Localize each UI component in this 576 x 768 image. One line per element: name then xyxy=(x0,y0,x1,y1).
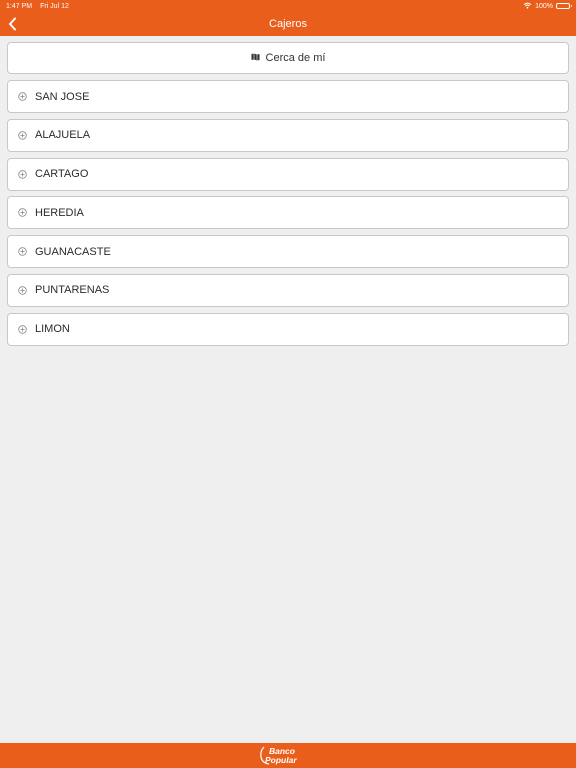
expand-plus-icon xyxy=(18,169,27,179)
region-row-alajuela[interactable]: ALAJUELA xyxy=(7,118,569,152)
expand-plus-icon xyxy=(18,247,27,256)
nearby-button[interactable]: Cerca de mí xyxy=(7,42,569,74)
map-icon xyxy=(251,52,260,64)
status-date: Fri Jul 12 xyxy=(40,2,69,10)
region-label: ALAJUELA xyxy=(35,129,91,142)
region-row-san-jose[interactable]: SAN JOSE xyxy=(7,80,569,113)
region-row-heredia[interactable]: HEREDIA xyxy=(7,196,569,230)
wifi-icon xyxy=(523,2,532,11)
region-list: Cerca de mí SAN JOSE ALAJUELA CARTAGO HE… xyxy=(7,42,569,352)
expand-plus-icon xyxy=(18,92,27,101)
region-label: PUNTARENAS xyxy=(35,284,110,297)
region-row-cartago[interactable]: CARTAGO xyxy=(7,157,569,191)
back-button[interactable] xyxy=(3,12,21,36)
banco-popular-logo: Banco Popular xyxy=(260,746,297,765)
region-label: HEREDIA xyxy=(35,206,84,219)
region-label: GUANACASTE xyxy=(35,245,111,258)
status-bar: 1:47 PM Fri Jul 12 100% xyxy=(0,0,576,12)
page-title: Cajeros xyxy=(269,18,307,30)
status-time: 1:47 PM xyxy=(6,2,33,10)
svg-text:Popular: Popular xyxy=(265,755,297,765)
expand-plus-icon xyxy=(18,286,27,295)
chevron-left-icon xyxy=(8,17,16,31)
region-row-guanacaste[interactable]: GUANACASTE xyxy=(7,235,569,269)
region-row-puntarenas[interactable]: PUNTARENAS xyxy=(7,273,569,307)
footer-bar: Banco Popular xyxy=(0,743,576,768)
nearby-label: Cerca de mí xyxy=(265,52,326,64)
region-label: LIMON xyxy=(35,323,70,336)
expand-plus-icon xyxy=(18,208,27,218)
region-label: SAN JOSE xyxy=(35,90,90,103)
expand-plus-icon xyxy=(18,131,27,140)
navigation-bar: Cajeros xyxy=(0,12,576,36)
region-label: CARTAGO xyxy=(35,168,89,181)
battery-percent: 100% xyxy=(535,2,553,10)
battery-icon xyxy=(556,3,572,9)
expand-plus-icon xyxy=(18,325,27,334)
region-row-limon[interactable]: LIMON xyxy=(7,312,569,346)
